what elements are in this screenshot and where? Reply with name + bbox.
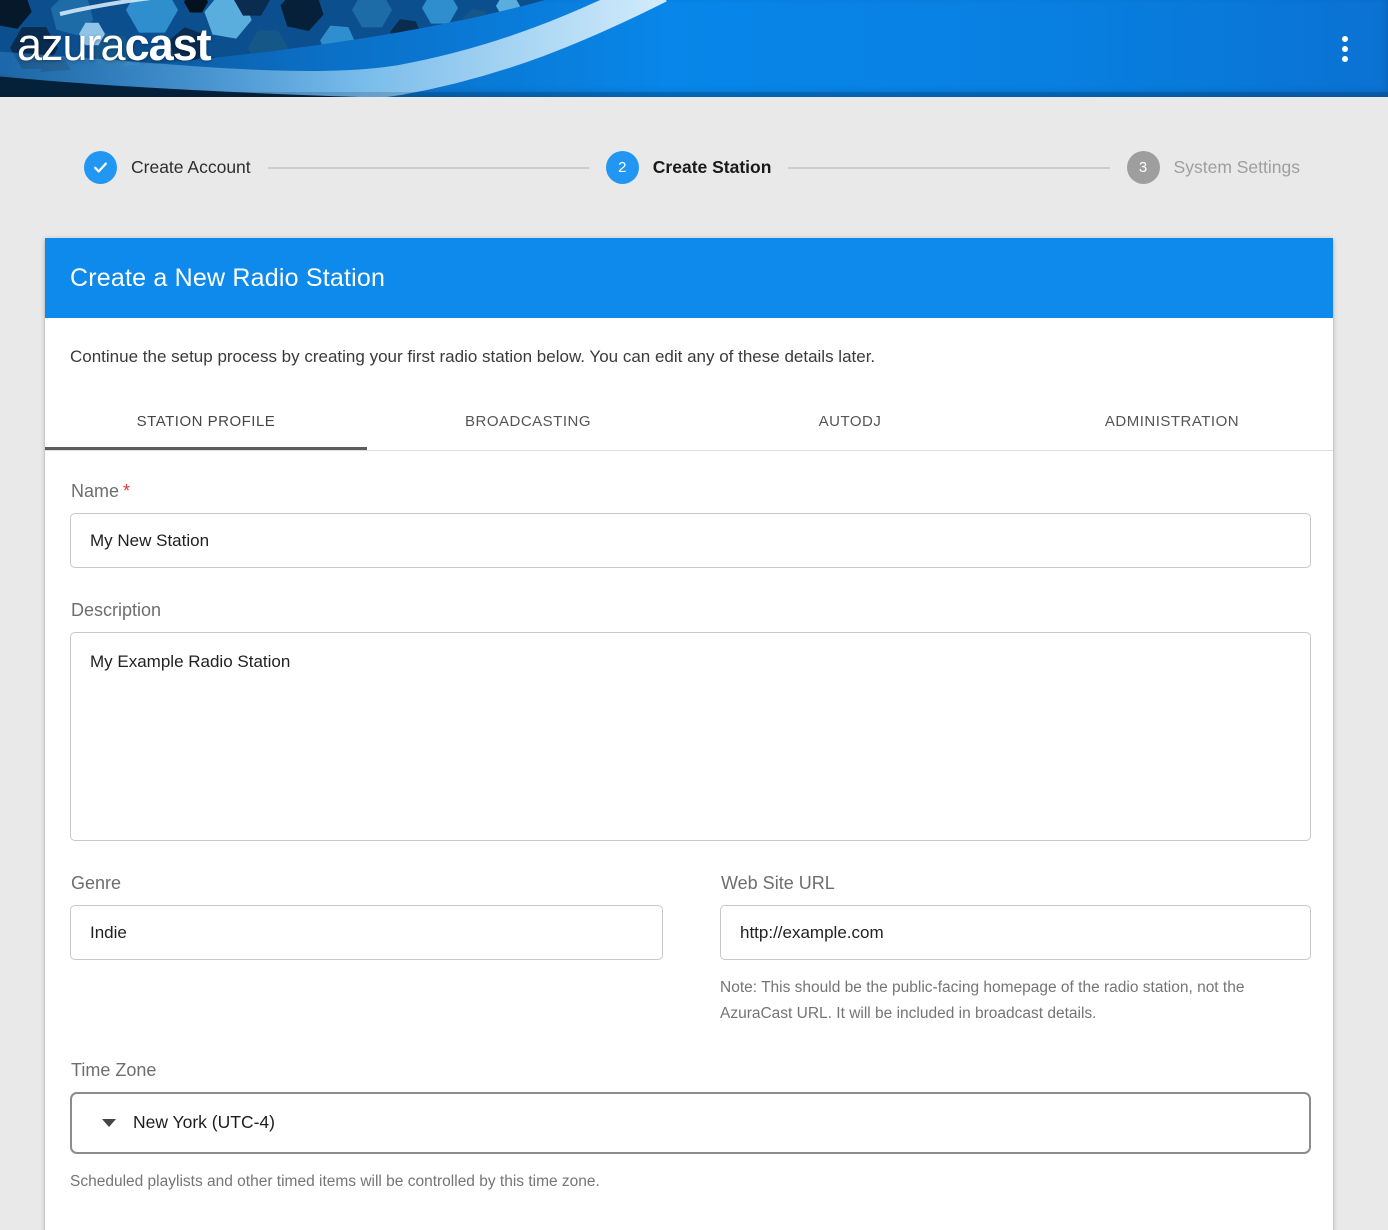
logo-text-cast: cast bbox=[125, 19, 211, 70]
website-url-label: Web Site URL bbox=[721, 873, 1311, 894]
step-connector bbox=[268, 167, 589, 169]
timezone-field-group: Time Zone New York (UTC-4) Scheduled pla… bbox=[70, 1060, 1311, 1195]
chevron-down-icon bbox=[102, 1119, 116, 1127]
website-url-field-group: Web Site URL Note: This should be the pu… bbox=[720, 873, 1311, 1028]
required-asterisk: * bbox=[123, 481, 130, 501]
description-label: Description bbox=[71, 600, 1311, 621]
timezone-note: Scheduled playlists and other timed item… bbox=[70, 1169, 1311, 1195]
tab-broadcasting[interactable]: BROADCASTING bbox=[367, 394, 689, 450]
step-create-station: 2 Create Station bbox=[606, 151, 772, 184]
genre-input[interactable] bbox=[70, 905, 663, 960]
website-url-input[interactable] bbox=[720, 905, 1311, 960]
step-label: Create Station bbox=[653, 157, 772, 178]
azuracast-logo: azuracast bbox=[17, 18, 211, 72]
genre-field-group: Genre bbox=[70, 873, 663, 1028]
logo-text-azura: azura bbox=[17, 19, 125, 70]
timezone-label: Time Zone bbox=[71, 1060, 1311, 1081]
genre-url-row: Genre Web Site URL Note: This should be … bbox=[70, 873, 1311, 1028]
check-icon bbox=[84, 151, 117, 184]
card-header: Create a New Radio Station bbox=[45, 238, 1333, 318]
page-title: Create a New Radio Station bbox=[70, 264, 385, 293]
step-label: Create Account bbox=[131, 157, 251, 178]
name-input[interactable] bbox=[70, 513, 1311, 568]
tab-autodj[interactable]: AUTODJ bbox=[689, 394, 1011, 450]
description-field-group: Description My Example Radio Station bbox=[70, 600, 1311, 841]
timezone-selected-value: New York (UTC-4) bbox=[133, 1112, 275, 1133]
tab-station-profile[interactable]: STATION PROFILE bbox=[45, 394, 367, 450]
step-number-badge: 2 bbox=[606, 151, 639, 184]
setup-page: azuracast Create Account 2 Create Statio… bbox=[0, 0, 1388, 1230]
genre-label: Genre bbox=[71, 873, 663, 894]
description-textarea[interactable]: My Example Radio Station bbox=[70, 632, 1311, 841]
name-label: Name* bbox=[71, 481, 1311, 502]
name-field-group: Name* bbox=[70, 481, 1311, 568]
kebab-menu-icon[interactable] bbox=[1336, 33, 1354, 65]
website-url-note: Note: This should be the public-facing h… bbox=[720, 975, 1311, 1028]
tab-administration[interactable]: ADMINISTRATION bbox=[1011, 394, 1333, 450]
step-create-account: Create Account bbox=[84, 151, 251, 184]
step-number-badge: 3 bbox=[1127, 151, 1160, 184]
timezone-select[interactable]: New York (UTC-4) bbox=[70, 1092, 1311, 1154]
step-connector bbox=[788, 167, 1109, 169]
step-label: System Settings bbox=[1174, 157, 1300, 178]
tab-bar: STATION PROFILE BROADCASTING AUTODJ ADMI… bbox=[45, 394, 1333, 451]
app-header: azuracast bbox=[0, 0, 1388, 97]
name-label-text: Name bbox=[71, 481, 119, 501]
intro-text: Continue the setup process by creating y… bbox=[45, 318, 1333, 367]
station-profile-form: Name* Description My Example Radio Stati… bbox=[45, 451, 1333, 1230]
setup-stepper: Create Account 2 Create Station 3 System… bbox=[0, 97, 1388, 238]
step-system-settings: 3 System Settings bbox=[1127, 151, 1300, 184]
create-station-card: Create a New Radio Station Continue the … bbox=[45, 238, 1333, 1230]
